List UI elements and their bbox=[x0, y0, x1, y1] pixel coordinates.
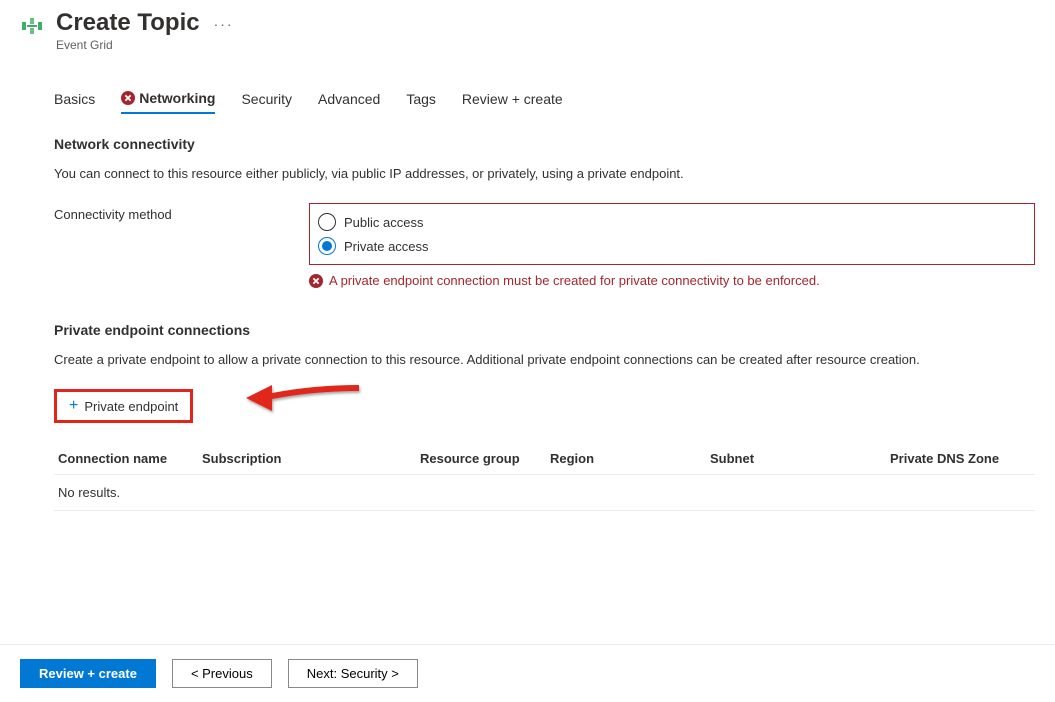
radio-label: Private access bbox=[344, 239, 429, 254]
no-results-text: No results. bbox=[54, 485, 202, 500]
col-header-resource-group: Resource group bbox=[420, 451, 550, 466]
service-icon bbox=[20, 14, 44, 38]
table-row: No results. bbox=[54, 475, 1035, 511]
connectivity-error: A private endpoint connection must be cr… bbox=[309, 273, 1035, 288]
page-subtitle: Event Grid bbox=[56, 38, 200, 52]
radio-label: Public access bbox=[344, 215, 423, 230]
col-header-name: Connection name bbox=[54, 451, 202, 466]
tab-label: Tags bbox=[406, 91, 436, 107]
tab-label: Security bbox=[241, 91, 292, 107]
radio-icon bbox=[318, 237, 336, 255]
next-button[interactable]: Next: Security > bbox=[288, 659, 418, 688]
error-text: A private endpoint connection must be cr… bbox=[329, 273, 820, 288]
tab-review[interactable]: Review + create bbox=[462, 90, 563, 114]
radio-private-access[interactable]: Private access bbox=[318, 234, 1026, 258]
col-header-region: Region bbox=[550, 451, 710, 466]
content-area: Network connectivity You can connect to … bbox=[0, 114, 1055, 511]
tab-networking[interactable]: Networking bbox=[121, 90, 215, 114]
tab-label: Advanced bbox=[318, 91, 380, 107]
more-actions-button[interactable]: ··· bbox=[214, 8, 234, 32]
col-header-dns-zone: Private DNS Zone bbox=[890, 451, 1035, 466]
section-title-pe: Private endpoint connections bbox=[54, 322, 1035, 338]
plus-icon: + bbox=[69, 398, 78, 414]
section-desc-pe: Create a private endpoint to allow a pri… bbox=[54, 352, 1035, 367]
review-create-button[interactable]: Review + create bbox=[20, 659, 156, 688]
tab-label: Review + create bbox=[462, 91, 563, 107]
error-icon bbox=[121, 91, 135, 105]
field-connectivity-method: Connectivity method Public access Privat… bbox=[54, 203, 1035, 288]
tab-strip: Basics Networking Security Advanced Tags… bbox=[0, 52, 1055, 114]
tab-advanced[interactable]: Advanced bbox=[318, 90, 380, 114]
tab-basics[interactable]: Basics bbox=[54, 90, 95, 114]
col-header-subscription: Subscription bbox=[202, 451, 420, 466]
section-title-network: Network connectivity bbox=[54, 136, 1035, 152]
section-desc-network: You can connect to this resource either … bbox=[54, 166, 1035, 181]
tab-label: Networking bbox=[139, 90, 215, 106]
field-label: Connectivity method bbox=[54, 203, 309, 222]
table-header: Connection name Subscription Resource gr… bbox=[54, 439, 1035, 475]
wizard-footer: Review + create < Previous Next: Securit… bbox=[0, 644, 1055, 702]
error-icon bbox=[309, 274, 323, 288]
tab-tags[interactable]: Tags bbox=[406, 90, 436, 114]
tab-label: Basics bbox=[54, 91, 95, 107]
previous-button[interactable]: < Previous bbox=[172, 659, 272, 688]
page-header: Create Topic Event Grid ··· bbox=[0, 0, 1055, 52]
connectivity-radio-group: Public access Private access bbox=[309, 203, 1035, 265]
col-header-subnet: Subnet bbox=[710, 451, 890, 466]
button-label: Private endpoint bbox=[84, 399, 178, 414]
radio-icon bbox=[318, 213, 336, 231]
page-title: Create Topic bbox=[56, 8, 200, 38]
add-private-endpoint-button[interactable]: + Private endpoint bbox=[61, 394, 186, 418]
annotation-highlight: + Private endpoint bbox=[54, 389, 193, 423]
tab-security[interactable]: Security bbox=[241, 90, 292, 114]
annotation-arrow-icon bbox=[244, 377, 364, 427]
radio-public-access[interactable]: Public access bbox=[318, 210, 1026, 234]
